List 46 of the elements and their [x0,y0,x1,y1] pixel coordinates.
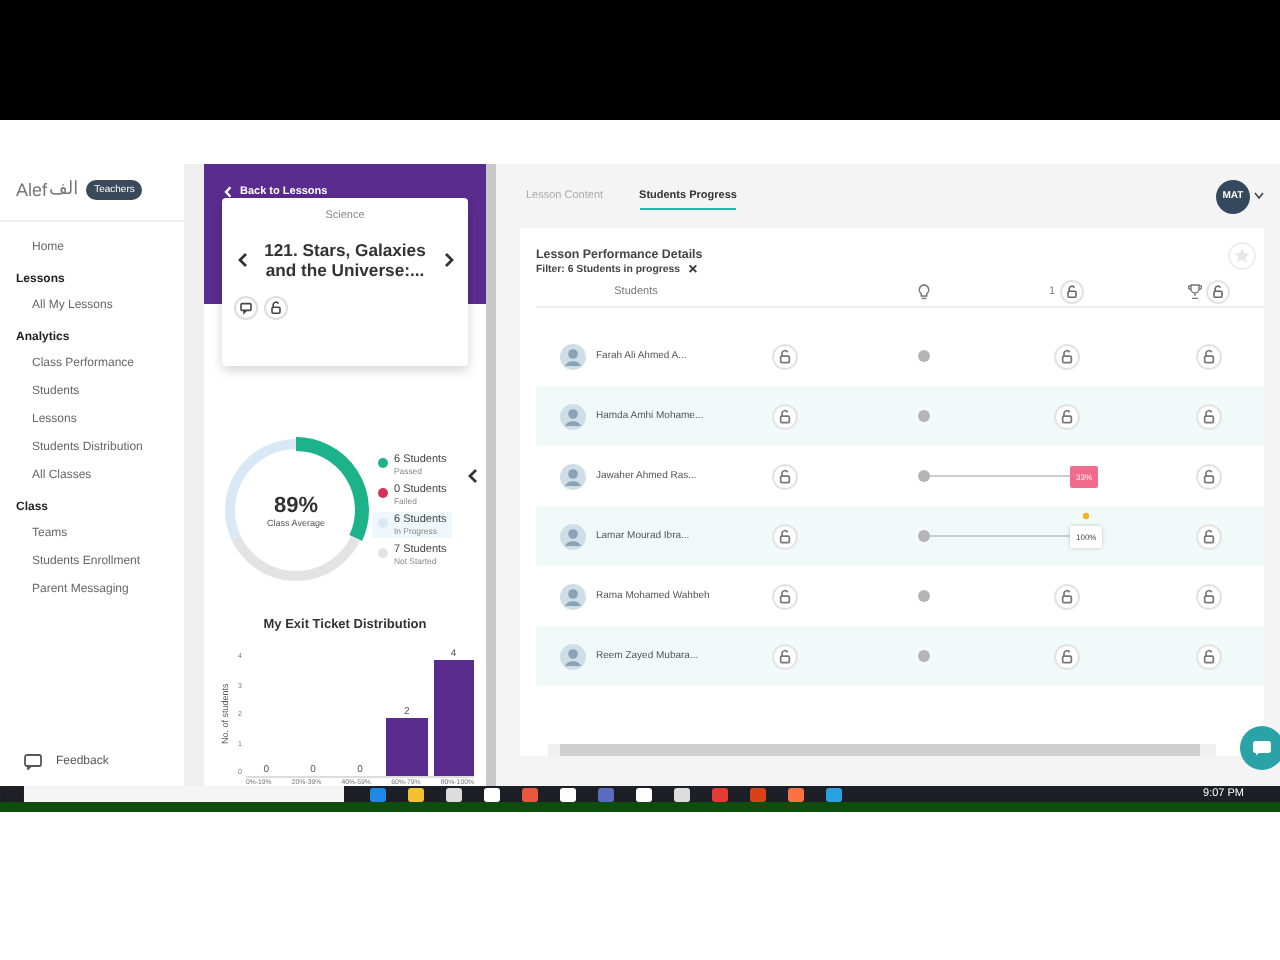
lesson-title: 121. Stars, Galaxies and the Universe:... [262,240,428,282]
scrollbar[interactable] [548,744,1216,756]
lock-icon [1195,343,1221,369]
chat-icon[interactable] [234,295,258,320]
lock-icon [1053,343,1079,369]
collapse-icon[interactable] [468,468,478,484]
close-button[interactable]: × [688,262,698,278]
next-icon[interactable] [443,252,453,269]
lock-icon [771,343,797,369]
bar [386,718,428,776]
caret-icon[interactable] [1254,192,1264,200]
lock-icon [771,463,797,489]
lock-icon [1053,643,1079,669]
lock-icon [1195,643,1221,669]
lock-icon [771,523,797,549]
status-dot [918,410,930,422]
lock-icon [771,643,797,669]
trophy-icon [1187,284,1201,300]
lock-icon [1053,403,1079,429]
lock-icon [1195,403,1221,429]
lock-icon [1195,523,1221,549]
chat-icon [24,754,42,770]
chat-button[interactable] [1240,726,1280,770]
lock-icon [771,583,797,609]
scrollbar[interactable] [486,164,496,786]
avatar [560,523,586,549]
avatar [560,583,586,609]
lock-icon [1053,583,1079,609]
lock-icon [771,403,797,429]
star-button[interactable] [1228,242,1256,270]
status-dot [918,650,930,662]
lock-icon [1195,583,1221,609]
search-field[interactable] [24,786,344,802]
previous-icon[interactable] [237,252,247,269]
status-dot [918,590,930,602]
lock-icon [1195,463,1221,489]
avatar [560,343,586,369]
chat-icon [1252,740,1272,756]
avatar [560,403,586,429]
bar [433,660,474,776]
avatar [560,463,586,489]
lock-icon[interactable] [264,295,288,320]
bulb-icon [918,284,930,300]
status-dot [918,350,930,362]
average-value: 89% [273,493,319,517]
avatar [560,643,586,669]
